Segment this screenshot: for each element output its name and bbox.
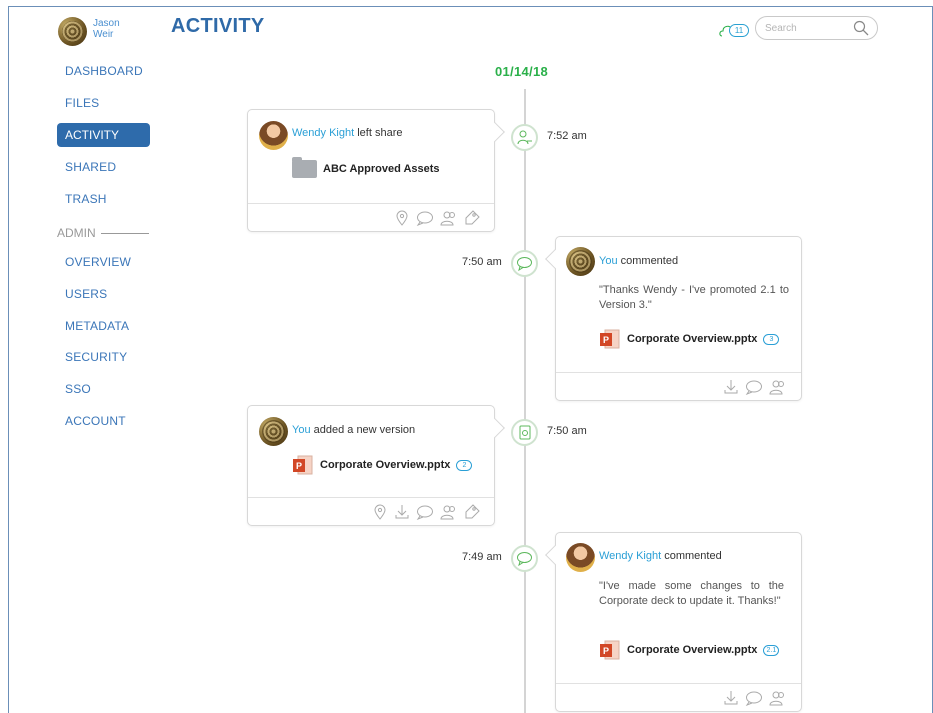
sidebar-item-sso[interactable]: SSO [65, 382, 91, 396]
event-time: 7:50 am [462, 256, 502, 268]
actor-link[interactable]: You [599, 255, 618, 267]
powerpoint-icon: P [600, 640, 620, 660]
version-badge[interactable]: 2.1 [763, 644, 780, 656]
activity-text: You added a new version [292, 424, 415, 436]
comment-icon [517, 552, 532, 567]
file-name[interactable]: Corporate Overview.pptx [627, 644, 757, 656]
share-users-icon[interactable] [440, 504, 458, 520]
user-name[interactable]: Jason Weir [93, 18, 133, 40]
activity-text: Wendy Kight left share [292, 127, 402, 139]
comment-icon[interactable] [416, 504, 434, 520]
event-time: 7:50 am [547, 425, 587, 437]
event-time: 7:49 am [462, 551, 502, 563]
download-icon[interactable] [394, 504, 410, 520]
timeline-node [511, 545, 538, 572]
sidebar-item-metadata[interactable]: METADATA [65, 319, 129, 333]
timeline-node [511, 250, 538, 277]
sidebar-item-trash[interactable]: TRASH [65, 192, 107, 206]
svg-text:P: P [296, 461, 302, 471]
card-actions [556, 372, 801, 400]
card-actions [556, 683, 801, 711]
svg-text:P: P [603, 335, 609, 345]
sidebar-item-account[interactable]: ACCOUNT [65, 414, 126, 428]
avatar[interactable] [259, 417, 288, 446]
actor-link[interactable]: Wendy Kight [599, 550, 661, 562]
search-icon[interactable] [853, 20, 869, 36]
notifications-button[interactable]: 11 [718, 20, 750, 40]
file-item[interactable]: P Corporate Overview.pptx 2.1 [599, 639, 780, 661]
avatar[interactable] [566, 543, 595, 572]
new-version-icon [519, 425, 531, 440]
share-users-icon[interactable] [440, 210, 458, 226]
download-icon[interactable] [723, 690, 739, 706]
sidebar-item-overview[interactable]: OVERVIEW [65, 255, 131, 269]
tag-icon[interactable] [464, 504, 480, 520]
action-text: added a new version [313, 424, 416, 436]
activity-card[interactable]: You commented "Thanks Wendy - I've promo… [545, 236, 802, 401]
timeline-node [511, 419, 538, 446]
card-actions [248, 497, 494, 525]
timeline-date: 01/14/18 [495, 64, 549, 79]
user-avatar[interactable] [58, 17, 87, 46]
event-time: 7:52 am [547, 130, 587, 142]
timeline-line [524, 89, 526, 713]
timeline-node [511, 124, 538, 151]
activity-card[interactable]: Wendy Kight commented "I've made some ch… [545, 532, 802, 712]
activity-text: You commented [599, 255, 678, 267]
leave-share-icon [517, 130, 532, 145]
activity-card[interactable]: Wendy Kight left share ABC Approved Asse… [247, 109, 505, 232]
comment-icon [517, 257, 532, 272]
file-name[interactable]: Corporate Overview.pptx [320, 459, 450, 471]
sidebar-item-shared[interactable]: SHARED [65, 160, 116, 174]
file-item[interactable]: P Corporate Overview.pptx 2 [292, 454, 473, 476]
comment-text: "I've made some changes to the Corporate… [599, 580, 784, 607]
actor-link[interactable]: You [292, 424, 311, 436]
action-text: commented [664, 550, 722, 562]
file-item[interactable]: ABC Approved Assets [292, 157, 440, 178]
sidebar-item-files[interactable]: FILES [65, 96, 99, 110]
location-icon[interactable] [372, 504, 388, 520]
comment-text: "Thanks Wendy - I've promoted 2.1 to Ver… [599, 284, 789, 311]
avatar[interactable] [259, 121, 288, 150]
svg-text:P: P [603, 646, 609, 656]
powerpoint-icon: P [293, 455, 313, 475]
comment-icon[interactable] [745, 379, 763, 395]
search-box[interactable] [755, 16, 878, 40]
activity-text: Wendy Kight commented [599, 550, 722, 562]
card-actions [248, 203, 494, 231]
file-item[interactable]: P Corporate Overview.pptx 3 [599, 328, 780, 350]
share-users-icon[interactable] [769, 690, 787, 706]
activity-card[interactable]: You added a new version P Corporate Over… [247, 405, 505, 526]
action-text: commented [620, 255, 679, 267]
sidebar-item-security[interactable]: SECURITY [65, 350, 127, 364]
download-icon[interactable] [723, 379, 739, 395]
comment-icon[interactable] [745, 690, 763, 706]
sidebar-item-dashboard[interactable]: DASHBOARD [65, 64, 143, 78]
file-name[interactable]: ABC Approved Assets [323, 163, 440, 175]
share-users-icon[interactable] [769, 379, 787, 395]
search-input[interactable] [765, 21, 855, 36]
version-badge[interactable]: 3 [763, 333, 780, 345]
powerpoint-icon: P [600, 329, 620, 349]
file-name[interactable]: Corporate Overview.pptx [627, 333, 757, 345]
action-text: left share [357, 127, 403, 139]
folder-icon [292, 157, 317, 178]
comment-icon[interactable] [416, 210, 434, 226]
sidebar-item-activity[interactable]: ACTIVITY [57, 123, 150, 147]
tag-icon[interactable] [464, 210, 480, 226]
admin-section-label: ADMIN [57, 226, 96, 240]
actor-link[interactable]: Wendy Kight [292, 127, 354, 139]
location-icon[interactable] [394, 210, 410, 226]
avatar[interactable] [566, 247, 595, 276]
version-badge[interactable]: 2 [456, 459, 473, 471]
sidebar-item-users[interactable]: USERS [65, 287, 107, 301]
notification-count: 11 [729, 24, 749, 37]
admin-divider [101, 233, 149, 234]
page-title: ACTIVITY [171, 15, 265, 37]
